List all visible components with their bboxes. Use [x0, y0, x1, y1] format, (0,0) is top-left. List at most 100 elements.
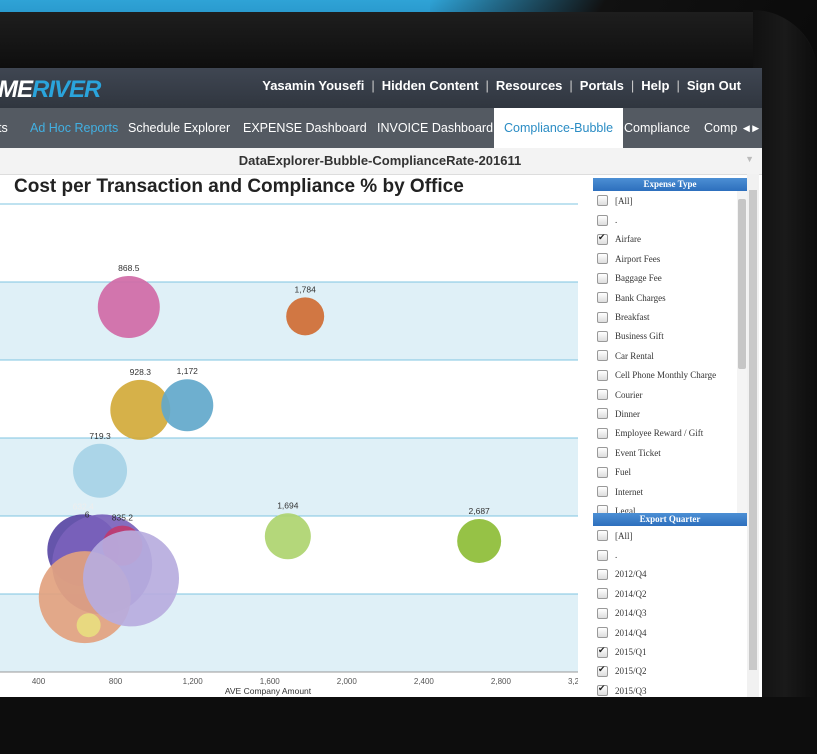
- option-label: Business Gift: [615, 331, 664, 342]
- expense-list-option[interactable]: Employee Reward / Gift: [593, 424, 747, 443]
- expense-list-option[interactable]: Cell Phone Monthly Charge: [593, 366, 747, 385]
- checkbox[interactable]: [597, 195, 608, 207]
- expense-list-option[interactable]: Internet: [593, 482, 747, 501]
- tab-reports[interactable]: ts: [0, 108, 8, 148]
- tab-expense-dashboard[interactable]: EXPENSE Dashboard: [243, 108, 367, 148]
- checkbox[interactable]: [597, 645, 608, 658]
- tab-compliance-bubble[interactable]: Compliance-Bubble: [494, 108, 624, 148]
- user-name-link[interactable]: Yasamin Yousefi: [255, 78, 371, 93]
- checkbox[interactable]: [597, 627, 608, 639]
- app-logo[interactable]: MERIVER: [0, 76, 101, 104]
- checkbox[interactable]: [597, 664, 608, 677]
- option-label: 2014/Q2: [615, 588, 647, 599]
- bubble-point: [73, 443, 128, 498]
- checkbox[interactable]: [597, 466, 608, 478]
- expense-scroll-thumb[interactable]: [738, 199, 746, 369]
- page-vertical-scrollbar[interactable]: [747, 174, 759, 697]
- logo-text-b: RIVER: [32, 76, 101, 103]
- tab-scroll-arrows[interactable]: ◀ ▶: [740, 108, 762, 148]
- dropdown-icon[interactable]: ▼: [745, 154, 754, 164]
- checkbox[interactable]: [597, 292, 608, 304]
- bubble-chart-svg: 868.5 1,784 928.3 1,172 719.3 1,694 2,687 632.4…: [0, 203, 589, 696]
- quarter-list-option[interactable]: 2014/Q4: [593, 623, 747, 642]
- expense-list-option[interactable]: Business Gift: [593, 327, 747, 346]
- bubble-data-label: 1,694: [277, 500, 299, 510]
- resources-link[interactable]: Resources: [489, 78, 569, 93]
- expense-list-option[interactable]: Breakfast: [593, 307, 747, 326]
- checkbox[interactable]: [597, 408, 608, 420]
- bubble-point: [97, 275, 160, 338]
- checkbox[interactable]: [597, 683, 608, 697]
- expense-list-option[interactable]: Legal: [593, 501, 747, 513]
- bubble-point: [457, 518, 502, 563]
- checkbox[interactable]: [597, 607, 608, 619]
- expense-list-option[interactable]: Courier: [593, 385, 747, 404]
- expense-list-option[interactable]: [All]: [593, 191, 747, 210]
- grid-band: [0, 360, 578, 438]
- bubble-data-label: 6: [85, 510, 90, 520]
- checkbox[interactable]: [597, 253, 608, 265]
- help-link[interactable]: Help: [634, 78, 676, 93]
- x-tick-label: 800: [109, 677, 123, 686]
- quarter-list-option[interactable]: 2015/Q1: [593, 642, 747, 661]
- checkbox[interactable]: [597, 427, 608, 439]
- expense-list-option[interactable]: Fuel: [593, 462, 747, 481]
- checkbox[interactable]: [597, 530, 608, 542]
- option-label: Courier: [615, 389, 643, 400]
- tab-schedule-explorer[interactable]: Schedule Explorer: [128, 108, 230, 148]
- checkbox[interactable]: [597, 588, 608, 600]
- bubble-point: [110, 379, 171, 440]
- quarter-list-option[interactable]: 2014/Q3: [593, 604, 747, 623]
- tab-invoice-dashboard[interactable]: INVOICE Dashboard: [377, 108, 493, 148]
- tab-compliance[interactable]: Compliance: [624, 108, 690, 148]
- portals-link[interactable]: Portals: [573, 78, 631, 93]
- checkbox[interactable]: [597, 505, 608, 513]
- quarter-list-option[interactable]: 2012/Q4: [593, 565, 747, 584]
- tab-ad-hoc-reports[interactable]: Ad Hoc Reports: [30, 108, 118, 148]
- checkbox[interactable]: [597, 214, 608, 226]
- page-scroll-thumb[interactable]: [749, 190, 757, 670]
- checkbox[interactable]: [597, 369, 608, 381]
- option-label: 2015/Q2: [615, 666, 647, 677]
- expense-scrollbar[interactable]: [737, 191, 747, 513]
- expense-list-option[interactable]: Event Ticket: [593, 443, 747, 462]
- bubble-data-label: 632.4: [73, 501, 95, 511]
- expense-list-option[interactable]: Car Rental: [593, 346, 747, 365]
- checkbox[interactable]: [597, 350, 608, 362]
- quarter-list-option[interactable]: 2014/Q2: [593, 584, 747, 603]
- expense-list-option[interactable]: Dinner: [593, 404, 747, 423]
- option-label: Dinner: [615, 408, 640, 419]
- checkbox[interactable]: [597, 311, 608, 323]
- sign-out-link[interactable]: Sign Out: [680, 78, 748, 93]
- checkbox[interactable]: [597, 272, 608, 284]
- option-label: Cell Phone Monthly Charge: [615, 370, 717, 381]
- expense-list-option[interactable]: Bank Charges: [593, 288, 747, 307]
- checkbox[interactable]: [597, 568, 608, 580]
- quarter-list-option[interactable]: [All]: [593, 526, 747, 545]
- checkbox[interactable]: [597, 447, 608, 459]
- tablet-screen: MERIVER Yasamin Yousefi | Hidden Content…: [0, 68, 762, 697]
- quarter-list-option[interactable]: .: [593, 545, 747, 564]
- checkbox[interactable]: [597, 389, 608, 401]
- expense-list-option[interactable]: Airport Fees: [593, 249, 747, 268]
- export-quarter-header: Export Quarter: [593, 513, 747, 526]
- option-label: Employee Reward / Gift: [615, 428, 704, 439]
- quarter-list-option[interactable]: 2015/Q3: [593, 681, 747, 697]
- option-label: Fuel: [615, 467, 632, 478]
- checkbox[interactable]: [597, 330, 608, 342]
- expense-list-option[interactable]: Baggage Fee: [593, 269, 747, 288]
- checkbox[interactable]: [597, 486, 608, 498]
- option-label: 2015/Q3: [615, 685, 647, 696]
- chart-title: Cost per Transaction and Compliance % by…: [14, 176, 464, 197]
- expense-list-option[interactable]: Airfare: [593, 230, 747, 249]
- x-tick-label: 1,200: [183, 677, 204, 686]
- tab-comp[interactable]: Comp: [704, 108, 737, 148]
- bubble-data-label: 928.3: [130, 367, 152, 377]
- expense-list-option[interactable]: .: [593, 210, 747, 229]
- option-label: .: [615, 550, 618, 561]
- checkbox[interactable]: [597, 232, 608, 245]
- hidden-content-link[interactable]: Hidden Content: [375, 78, 486, 93]
- quarter-list-option[interactable]: 2015/Q2: [593, 662, 747, 681]
- checkbox[interactable]: [597, 549, 608, 561]
- option-label: [All]: [615, 195, 633, 206]
